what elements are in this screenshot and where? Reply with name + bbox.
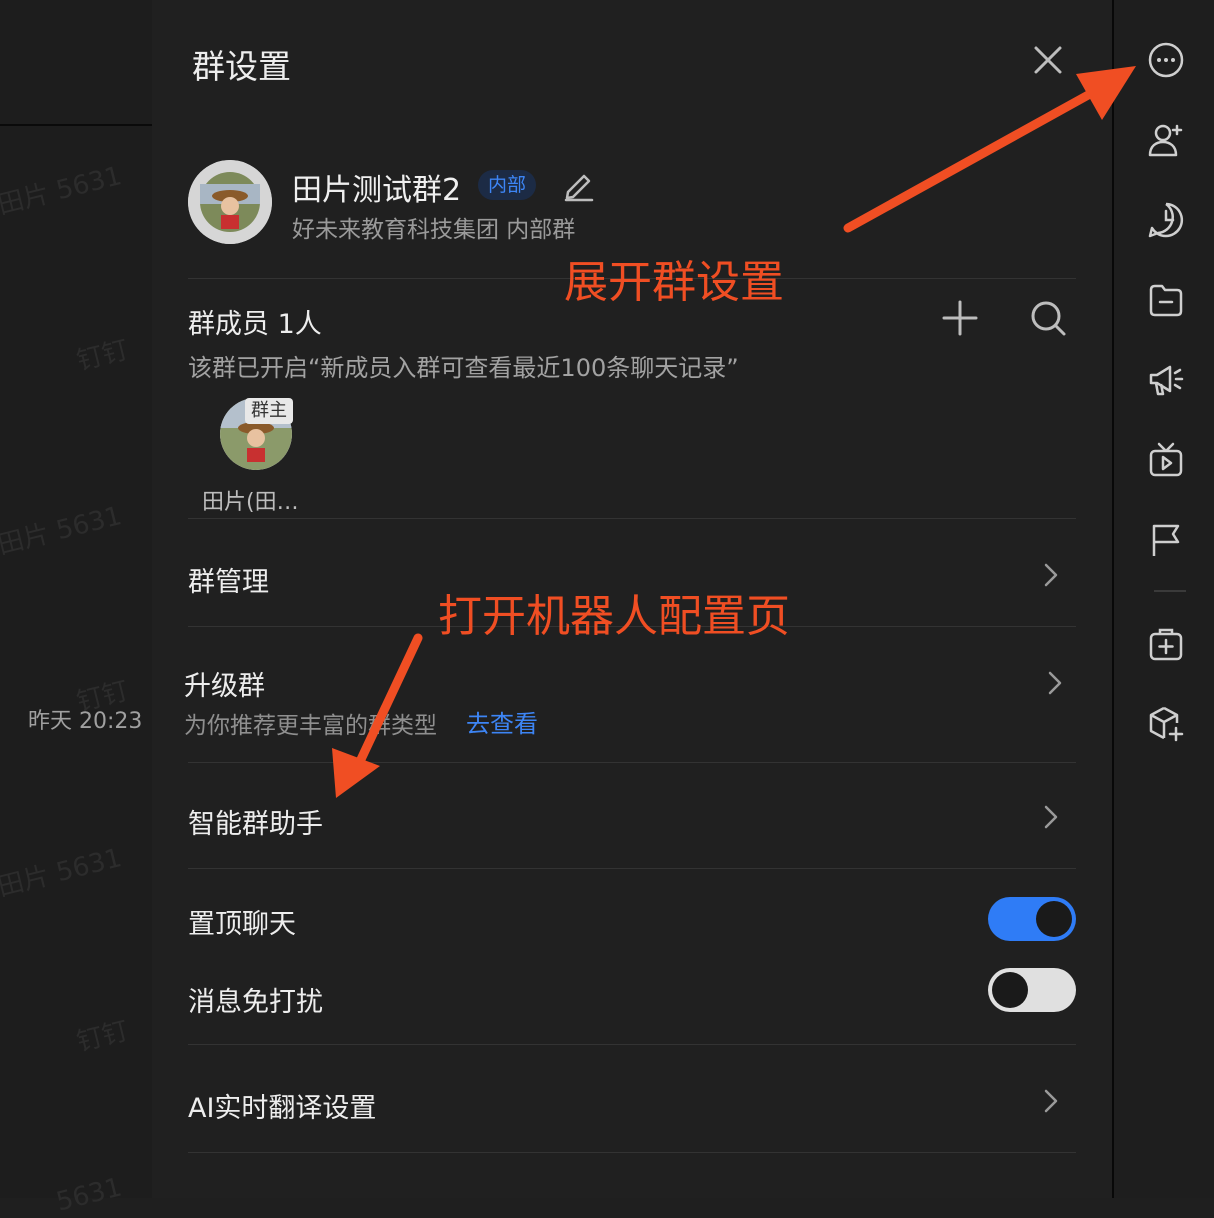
annotation-arrows: [332, 66, 1136, 798]
arrow-to-assistant: [351, 633, 423, 775]
arrow-to-more-icon: [843, 89, 1095, 233]
arrow-head: [332, 748, 380, 798]
